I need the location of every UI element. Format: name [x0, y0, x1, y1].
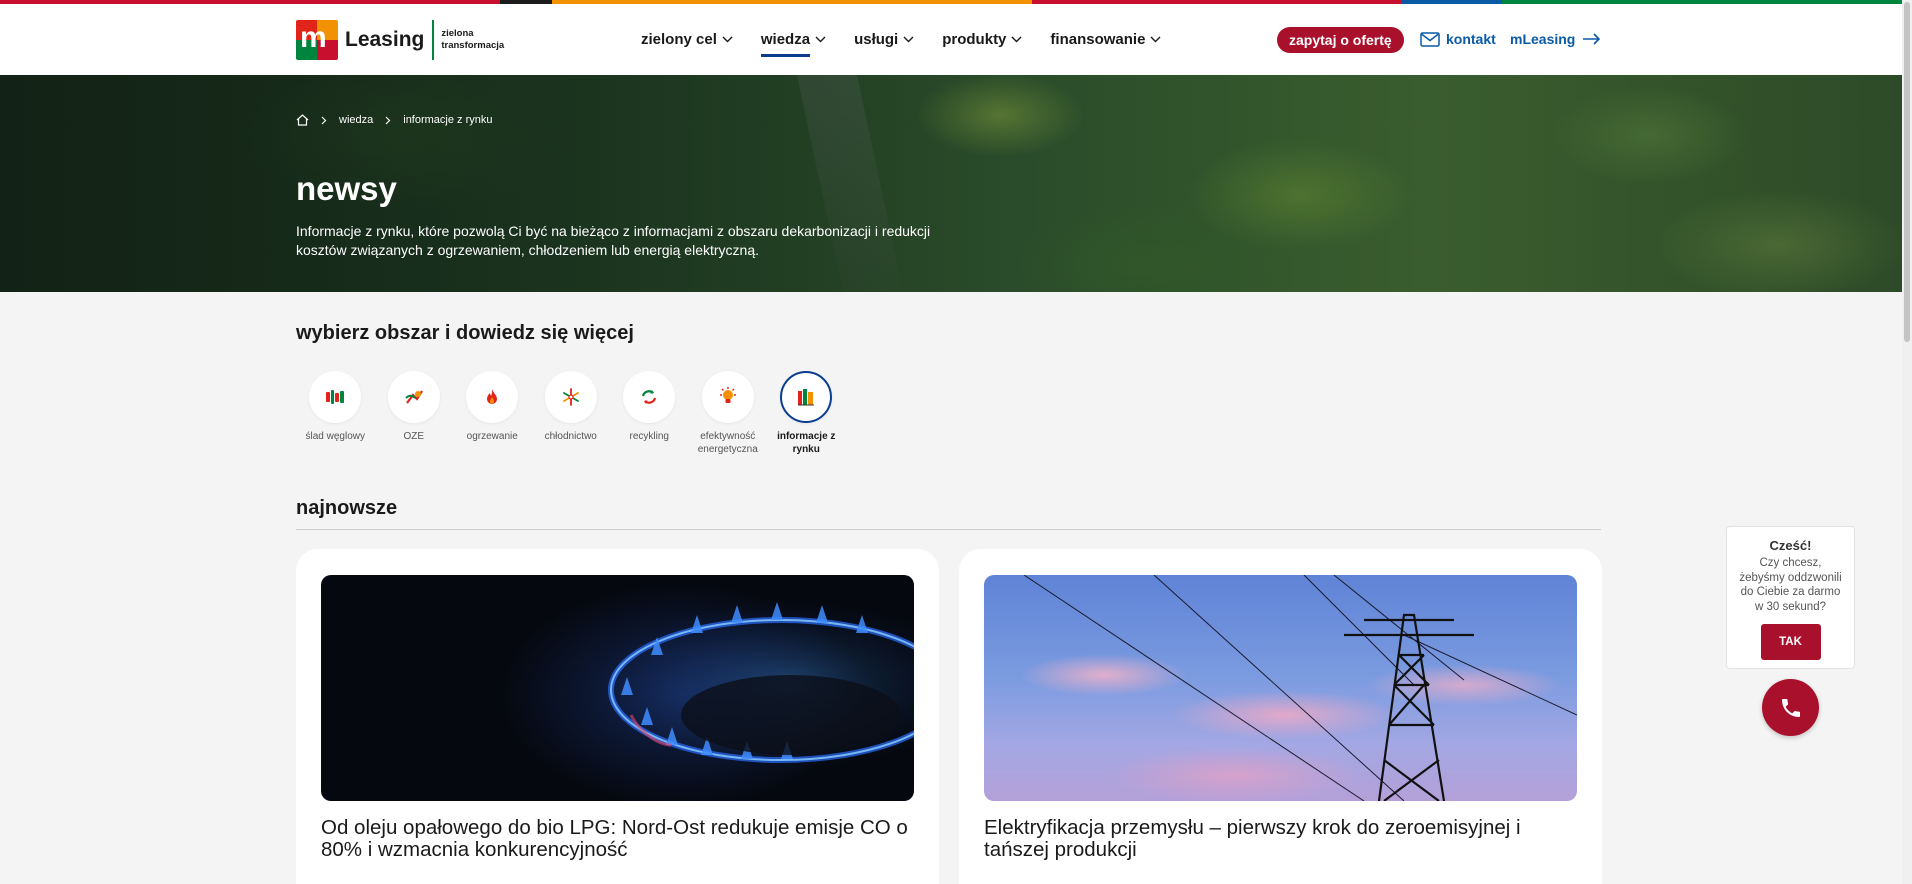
news-card[interactable]: Od oleju opałowego do bio LPG: Nord-Ost … [296, 549, 939, 884]
nav-item-zielony-cel[interactable]: zielony cel [641, 28, 733, 50]
page-scrollbar[interactable] [1902, 0, 1912, 884]
breadcrumb-wiedza[interactable]: wiedza [339, 114, 373, 126]
lightbulb-icon [719, 387, 736, 403]
callback-title: Cześć! [1769, 538, 1812, 553]
contact-label: kontakt [1446, 31, 1496, 47]
chevron-down-icon [903, 36, 914, 42]
areas-heading: wybierz obszar i dowiedz się więcej [296, 322, 634, 344]
carbon-footprint-icon [326, 390, 345, 404]
page-title: newsy [296, 170, 397, 207]
newest-heading: najnowsze [296, 497, 398, 519]
area-oze[interactable]: OZE [375, 371, 454, 456]
area-efektywnosc-energetyczna[interactable]: efektywność energetyczna [689, 371, 768, 456]
main-nav: zielony cel wiedza usługi produkty finan… [641, 28, 1189, 57]
area-slad-weglowy[interactable]: ślad węglowy [296, 371, 375, 456]
logo-tagline: zielona transformacja [441, 28, 505, 51]
chevron-down-icon [1150, 36, 1161, 42]
arrow-right-icon [1583, 33, 1601, 45]
chevron-right-icon [321, 116, 327, 124]
nav-item-wiedza[interactable]: wiedza [760, 28, 826, 57]
page-description: Informacje z rynku, które pozwolą Ci być… [296, 223, 931, 258]
power-pylon-photo[interactable] [984, 575, 1577, 801]
mbank-logo-mark: m [296, 20, 338, 60]
chevron-down-icon [1011, 36, 1022, 42]
phone-icon [1781, 698, 1800, 717]
area-chlodnictwo[interactable]: chłodnictwo [532, 371, 611, 456]
news-card[interactable]: Elektryfikacja przemysłu – pierwszy krok… [959, 549, 1602, 884]
logo-separator [432, 20, 435, 60]
envelope-icon [1420, 31, 1440, 47]
power-pylon-illustration [1023, 575, 1577, 801]
flame-icon [487, 389, 498, 404]
callback-widget: Cześć! Czy chcesz, żebyśmy oddzwonili do… [1726, 526, 1855, 669]
callback-text: Czy chcesz, żebyśmy oddzwonili do Ciebie… [1739, 557, 1842, 613]
scrollbar-thumb[interactable] [1904, 2, 1910, 342]
chevron-down-icon [722, 36, 733, 42]
books-icon [798, 389, 815, 406]
breadcrumb-current: informacje z rynku [403, 114, 493, 126]
nav-item-uslugi[interactable]: usługi [854, 28, 914, 50]
mleasing-label: mLeasing [1510, 31, 1576, 47]
site-header: m Leasing zielona transformacja zielony … [0, 4, 1902, 75]
area-ogrzewanie[interactable]: ogrzewanie [453, 371, 532, 456]
area-selector: ślad węglowy OZE ogrzewanie chłodnictwo … [296, 371, 846, 456]
ask-offer-button[interactable]: zapytaj o ofertę [1277, 27, 1404, 53]
recycle-icon [642, 390, 657, 404]
logo-wordmark: Leasing [345, 28, 425, 51]
news-card-title[interactable]: Od oleju opałowego do bio LPG: Nord-Ost … [321, 817, 914, 861]
snowflake-icon [562, 388, 579, 406]
renewable-energy-icon [405, 390, 423, 404]
nav-item-finansowanie[interactable]: finansowanie [1050, 28, 1161, 50]
news-card-title[interactable]: Elektryfikacja przemysłu – pierwszy krok… [984, 817, 1577, 861]
logo[interactable]: m Leasing zielona transformacja [296, 20, 504, 60]
chevron-down-icon [815, 36, 826, 42]
divider [296, 529, 1601, 530]
callback-yes-button[interactable]: TAK [1760, 624, 1821, 660]
nav-item-produkty[interactable]: produkty [942, 28, 1022, 50]
contact-link[interactable]: kontakt [1420, 31, 1496, 47]
hero-banner: wiedza informacje z rynku newsy Informac… [0, 75, 1902, 292]
mleasing-link[interactable]: mLeasing [1510, 31, 1601, 47]
home-icon[interactable] [296, 114, 309, 126]
chevron-right-icon [385, 116, 391, 124]
area-recykling[interactable]: recykling [610, 371, 689, 456]
area-informacje-z-rynku[interactable]: informacje z rynku [767, 371, 846, 456]
call-button[interactable] [1762, 679, 1819, 736]
gas-burner-photo[interactable] [321, 575, 914, 801]
gas-flame-illustration [601, 600, 914, 770]
breadcrumb: wiedza informacje z rynku [296, 114, 493, 126]
